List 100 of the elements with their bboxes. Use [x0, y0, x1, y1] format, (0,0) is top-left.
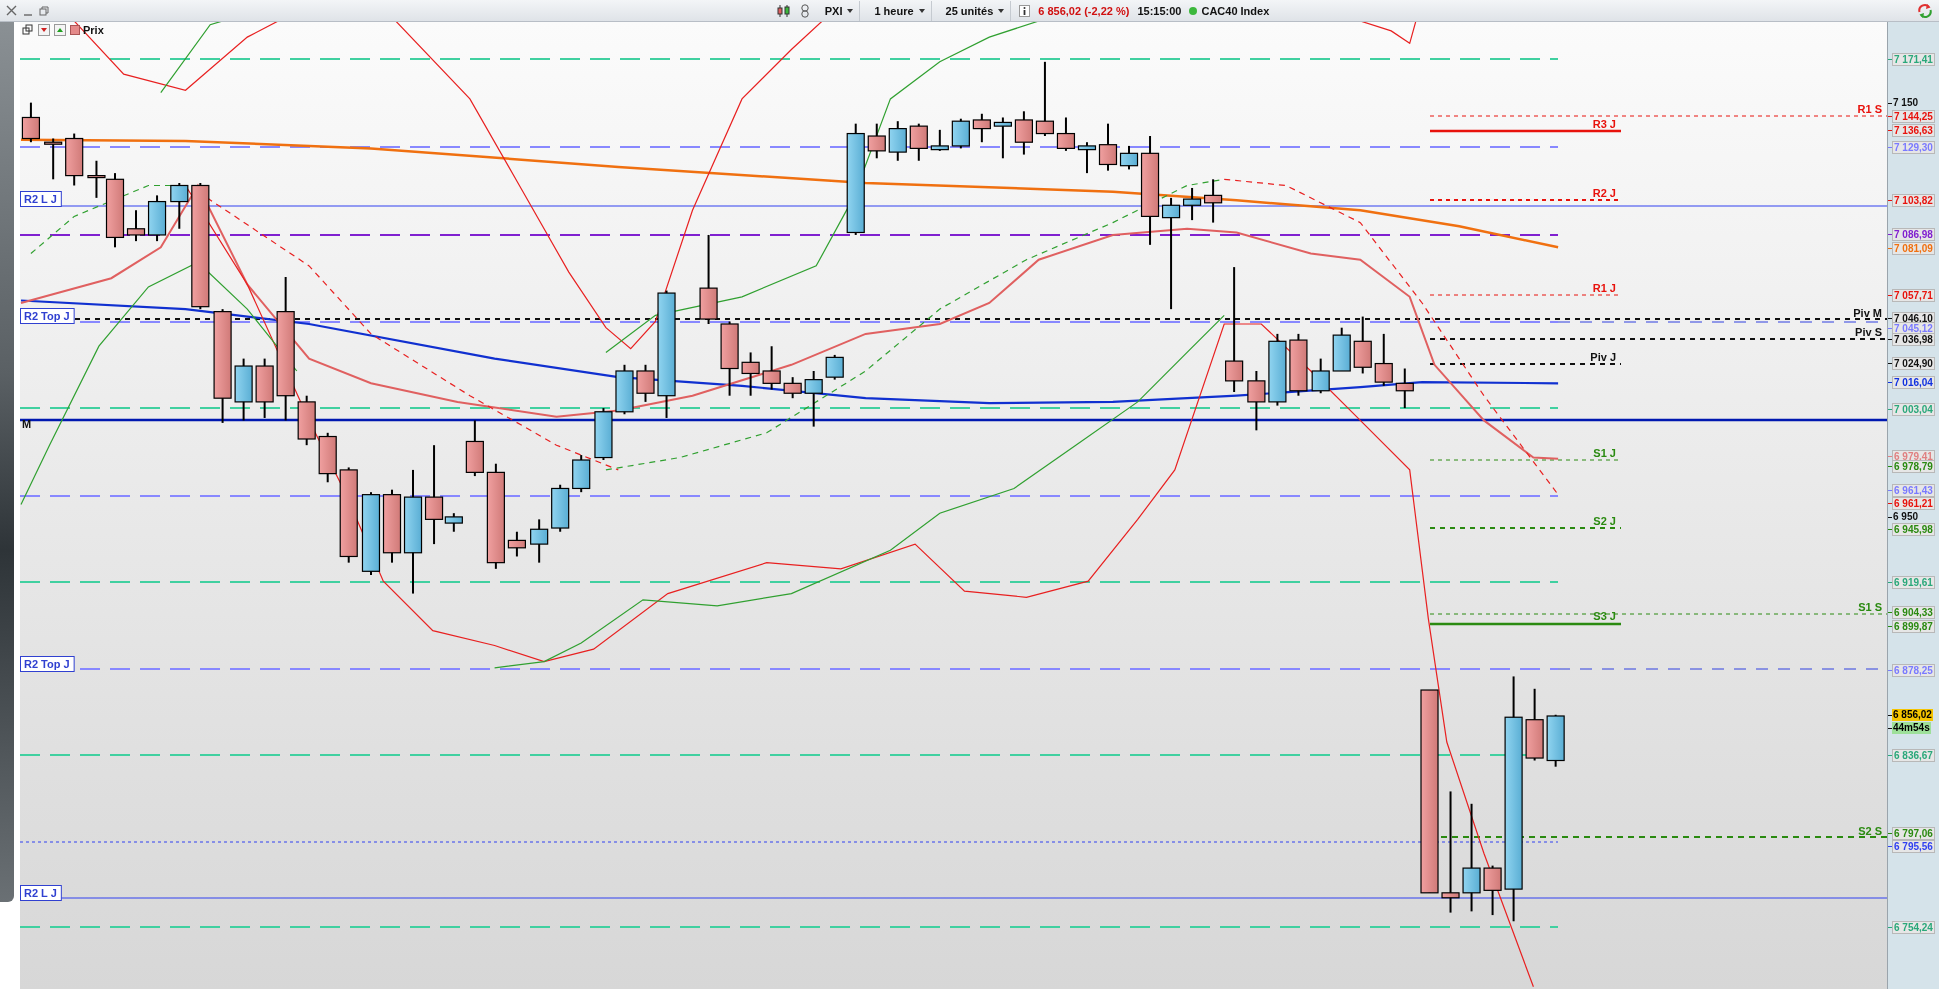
- window-layout-icon[interactable]: [22, 24, 34, 36]
- candlestick: [1183, 186, 1202, 222]
- candlestick: [1353, 315, 1372, 375]
- price-tag: 7 086,98: [1892, 228, 1935, 241]
- candlestick: [1289, 332, 1308, 397]
- price-tag: 7 024,90: [1892, 357, 1935, 370]
- price-tag: 6 878,25: [1892, 664, 1935, 677]
- candlestick: [636, 363, 655, 403]
- price-tag: 6 836,67: [1892, 749, 1935, 762]
- candlestick: [1395, 367, 1414, 410]
- price-tag: 6 797,06: [1892, 827, 1935, 840]
- refresh-icon[interactable]: [1917, 2, 1933, 19]
- price-tag: 7 103,82: [1892, 194, 1935, 207]
- pivot-level-label: Piv J: [1590, 351, 1616, 363]
- candlestick: [993, 116, 1012, 160]
- candlestick: [1332, 326, 1351, 372]
- price-tag: 6 961,43: [1892, 484, 1935, 497]
- price-tag: 7 144,25: [1892, 110, 1935, 123]
- price-tag: 6 945,98: [1892, 523, 1935, 536]
- candlestick: [551, 483, 570, 533]
- price-tag: 6 978,79: [1892, 460, 1935, 473]
- candlestick: [44, 137, 63, 181]
- pivot-level-label: Piv M: [1853, 307, 1882, 319]
- candlestick: [572, 454, 591, 494]
- price-tag: 7 129,30: [1892, 141, 1935, 154]
- line-label: R2 Top J: [20, 308, 75, 324]
- pivot-level-label: R1 S: [1857, 103, 1882, 115]
- last-price-text: 6 856,02 (-2,22 %): [1038, 4, 1130, 17]
- close-icon[interactable]: [6, 5, 17, 16]
- candlestick: [615, 363, 634, 416]
- pivot-level-label: R2 J: [1592, 187, 1616, 199]
- pivot-level-label: S2 J: [1593, 515, 1616, 527]
- candlestick: [465, 419, 484, 478]
- price-tag: 6 795,56: [1892, 840, 1935, 853]
- candlestick-icon[interactable]: [776, 3, 791, 18]
- price-tag: 7 136,63: [1892, 124, 1935, 137]
- candlestick: [804, 370, 823, 428]
- candlestick: [234, 357, 253, 422]
- candlestick: [594, 407, 613, 461]
- line-label: R2 L J: [20, 885, 62, 901]
- price-tag: 6 899,87: [1892, 620, 1935, 633]
- candlestick: [1311, 357, 1330, 395]
- price-tag: 6 754,24: [1892, 921, 1935, 934]
- candlestick: [507, 530, 526, 558]
- caret-icon: [998, 8, 1005, 13]
- price-tag: 7 016,04: [1892, 376, 1935, 389]
- candlestick: [318, 431, 337, 484]
- time-text: 15:15:00: [1137, 4, 1182, 17]
- axis-tick-label: 6 950: [1892, 511, 1920, 523]
- candlestick: [867, 122, 886, 160]
- candlestick: [951, 117, 970, 150]
- price-tag: 7 003,04: [1892, 403, 1935, 416]
- symbol-dropdown[interactable]: PXI: [818, 0, 861, 21]
- price-tag: 7 036,98: [1892, 333, 1935, 346]
- candlestick: [1247, 370, 1266, 432]
- candlestick: [783, 376, 802, 400]
- interval-dropdown[interactable]: 1 heure: [868, 0, 932, 21]
- pivot-level-label: S1 S: [1858, 601, 1882, 613]
- candlestick: [909, 122, 928, 162]
- candlestick: [170, 182, 189, 230]
- candlestick: [21, 101, 40, 144]
- candlestick: [1204, 178, 1223, 224]
- candlestick: [741, 351, 760, 397]
- pivot-level-label: Piv S: [1855, 326, 1882, 338]
- candlestick: [255, 357, 274, 419]
- price-series-legend[interactable]: Prix: [70, 24, 104, 36]
- price-tag: 7 057,71: [1892, 289, 1935, 302]
- units-dropdown[interactable]: 25 unités: [939, 0, 1012, 21]
- candlestick: [1374, 332, 1393, 387]
- pivot-level-label: S3 J: [1593, 610, 1616, 622]
- pivot-level-label: S2 S: [1858, 825, 1882, 837]
- remove-indicator-icon[interactable]: [38, 24, 50, 36]
- candlestick: [930, 128, 949, 152]
- price-tag: 7 081,09: [1892, 242, 1935, 255]
- caret-icon: [918, 8, 925, 13]
- add-indicator-icon[interactable]: [54, 24, 66, 36]
- candlestick: [762, 345, 781, 391]
- line-label: R2 Top J: [20, 656, 75, 672]
- pivot-level-label: R3 J: [1592, 118, 1616, 130]
- countdown-timer: 44m54s: [1892, 722, 1931, 734]
- restore-icon[interactable]: [39, 5, 49, 16]
- price-tag: 6 961,21: [1892, 497, 1935, 510]
- price-tag: 6 904,33: [1892, 606, 1935, 619]
- candlestick: [825, 353, 844, 381]
- line-label: R2 L J: [20, 191, 62, 207]
- caret-icon: [847, 8, 854, 13]
- price-tag: 6 919,61: [1892, 576, 1935, 589]
- status-dot: [1189, 6, 1198, 15]
- instrument-name: CAC40 Index: [1201, 4, 1270, 17]
- info-icon[interactable]: [1019, 4, 1031, 17]
- pivot-level-label: S1 J: [1593, 447, 1616, 459]
- axis-tick-label: 7 150: [1892, 97, 1920, 109]
- candlestick: [1014, 110, 1033, 156]
- line-label: M: [22, 418, 32, 430]
- candlestick: [297, 394, 316, 447]
- price-tag: 7 171,41: [1892, 53, 1935, 66]
- pivot-level-label: R1 J: [1592, 282, 1616, 294]
- candlestick: [888, 120, 907, 162]
- candlestick: [972, 112, 991, 144]
- candlestick: [65, 132, 84, 187]
